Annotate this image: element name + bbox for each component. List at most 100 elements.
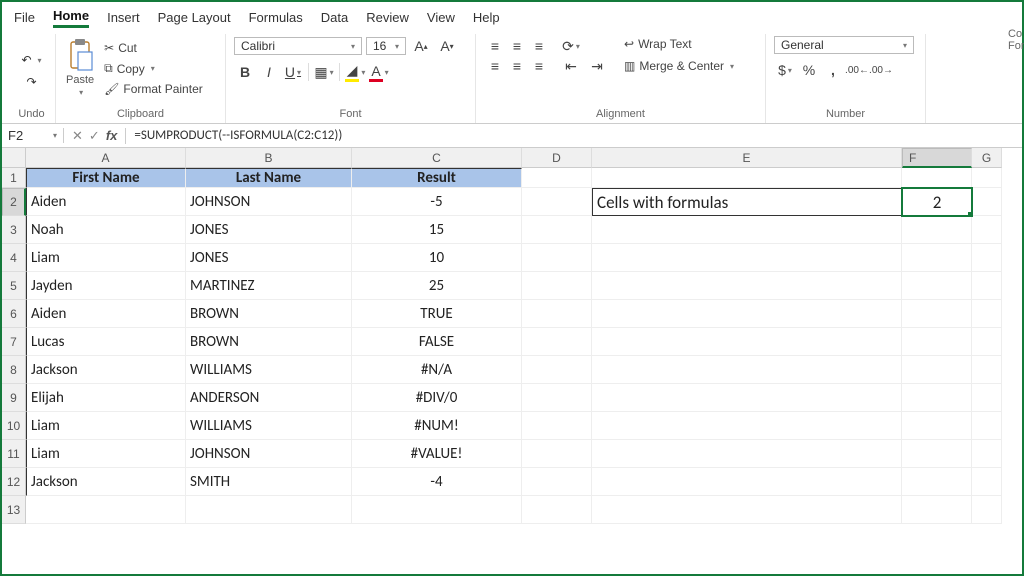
align-middle-button[interactable]: ≡ [506,36,528,56]
row-header-7[interactable]: 7 [2,328,26,356]
row-header-12[interactable]: 12 [2,468,26,496]
cell-E8[interactable] [592,356,902,384]
row-header-4[interactable]: 4 [2,244,26,272]
cell-E2[interactable]: Cells with formulas [592,188,902,216]
comma-button[interactable]: , [822,60,844,80]
cell-E5[interactable] [592,272,902,300]
cell-E11[interactable] [592,440,902,468]
cell-E10[interactable] [592,412,902,440]
cell-A9[interactable]: Elijah [26,384,186,412]
cell-B3[interactable]: JONES [186,216,352,244]
cell-D7[interactable] [522,328,592,356]
cell-G13[interactable] [972,496,1002,524]
cell-A12[interactable]: Jackson [26,468,186,496]
cell-G10[interactable] [972,412,1002,440]
cell-F8[interactable] [902,356,972,384]
enter-formula-icon[interactable]: ✓ [89,128,100,144]
row-header-1[interactable]: 1 [2,168,26,188]
cell-A8[interactable]: Jackson [26,356,186,384]
row-header-10[interactable]: 10 [2,412,26,440]
col-header-E[interactable]: E [592,148,902,168]
fx-icon[interactable]: fx [106,128,118,143]
cell-B4[interactable]: JONES [186,244,352,272]
cell-A13[interactable] [26,496,186,524]
cell-F6[interactable] [902,300,972,328]
undo-button[interactable]: ↶▾ [21,53,41,67]
cell-F2[interactable]: 2 [902,188,972,216]
cell-A1[interactable]: First Name [26,168,186,188]
row-header-5[interactable]: 5 [2,272,26,300]
cell-E9[interactable] [592,384,902,412]
menu-data[interactable]: Data [321,8,348,27]
cell-A5[interactable]: Jayden [26,272,186,300]
paste-button[interactable]: Paste▾ [64,36,96,99]
cell-D5[interactable] [522,272,592,300]
cell-F10[interactable] [902,412,972,440]
cell-A7[interactable]: Lucas [26,328,186,356]
col-header-G[interactable]: G [972,148,1002,168]
cell-C4[interactable]: 10 [352,244,522,272]
cell-F5[interactable] [902,272,972,300]
row-header-2[interactable]: 2 [2,188,26,216]
cell-D3[interactable] [522,216,592,244]
percent-button[interactable]: % [798,60,820,80]
cell-B9[interactable]: ANDERSON [186,384,352,412]
cell-G4[interactable] [972,244,1002,272]
cell-D4[interactable] [522,244,592,272]
worksheet-grid[interactable]: 12345678910111213 ABCDEFG First NameLast… [2,148,1022,582]
cell-C1[interactable]: Result [352,168,522,188]
cell-B11[interactable]: JOHNSON [186,440,352,468]
menu-view[interactable]: View [427,8,455,27]
align-right-button[interactable]: ≡ [528,56,550,76]
menu-review[interactable]: Review [366,8,409,27]
cell-G11[interactable] [972,440,1002,468]
cell-A2[interactable]: Aiden [26,188,186,216]
merge-center-button[interactable]: ▥Merge & Center▾ [622,58,736,74]
redo-button[interactable]: ↷ [26,75,36,89]
col-header-C[interactable]: C [352,148,522,168]
cancel-formula-icon[interactable]: ✕ [72,128,83,144]
cell-A3[interactable]: Noah [26,216,186,244]
cell-G6[interactable] [972,300,1002,328]
cell-D6[interactable] [522,300,592,328]
cell-F1[interactable] [902,168,972,188]
cell-B7[interactable]: BROWN [186,328,352,356]
cell-B12[interactable]: SMITH [186,468,352,496]
decrease-decimal-button[interactable]: .00→ [870,60,892,80]
cell-A10[interactable]: Liam [26,412,186,440]
cell-C9[interactable]: #DIV/0 [352,384,522,412]
align-center-button[interactable]: ≡ [506,56,528,76]
cell-C10[interactable]: #NUM! [352,412,522,440]
cell-B10[interactable]: WILLIAMS [186,412,352,440]
col-header-D[interactable]: D [522,148,592,168]
align-top-button[interactable]: ≡ [484,36,506,56]
cell-A11[interactable]: Liam [26,440,186,468]
cell-A4[interactable]: Liam [26,244,186,272]
copy-button[interactable]: ⧉Copy▾ [102,60,205,77]
number-format-select[interactable]: General▾ [774,36,914,54]
cut-button[interactable]: ✂Cut [102,40,205,56]
col-header-F[interactable]: F [902,148,972,168]
cell-B2[interactable]: JOHNSON [186,188,352,216]
cell-C2[interactable]: -5 [352,188,522,216]
align-left-button[interactable]: ≡ [484,56,506,76]
cell-D2[interactable] [522,188,592,216]
cell-E3[interactable] [592,216,902,244]
cell-F11[interactable] [902,440,972,468]
menu-formulas[interactable]: Formulas [249,8,303,27]
row-header-3[interactable]: 3 [2,216,26,244]
font-name-select[interactable]: Calibri▾ [234,37,362,55]
currency-button[interactable]: $▾ [774,60,796,80]
cell-G12[interactable] [972,468,1002,496]
cell-B5[interactable]: MARTINEZ [186,272,352,300]
cell-G8[interactable] [972,356,1002,384]
menu-help[interactable]: Help [473,8,500,27]
menu-page-layout[interactable]: Page Layout [158,8,231,27]
menu-home[interactable]: Home [53,6,89,28]
cell-F3[interactable] [902,216,972,244]
cell-E13[interactable] [592,496,902,524]
cell-F7[interactable] [902,328,972,356]
cell-C12[interactable]: -4 [352,468,522,496]
cell-D9[interactable] [522,384,592,412]
increase-decimal-button[interactable]: .00← [846,60,868,80]
